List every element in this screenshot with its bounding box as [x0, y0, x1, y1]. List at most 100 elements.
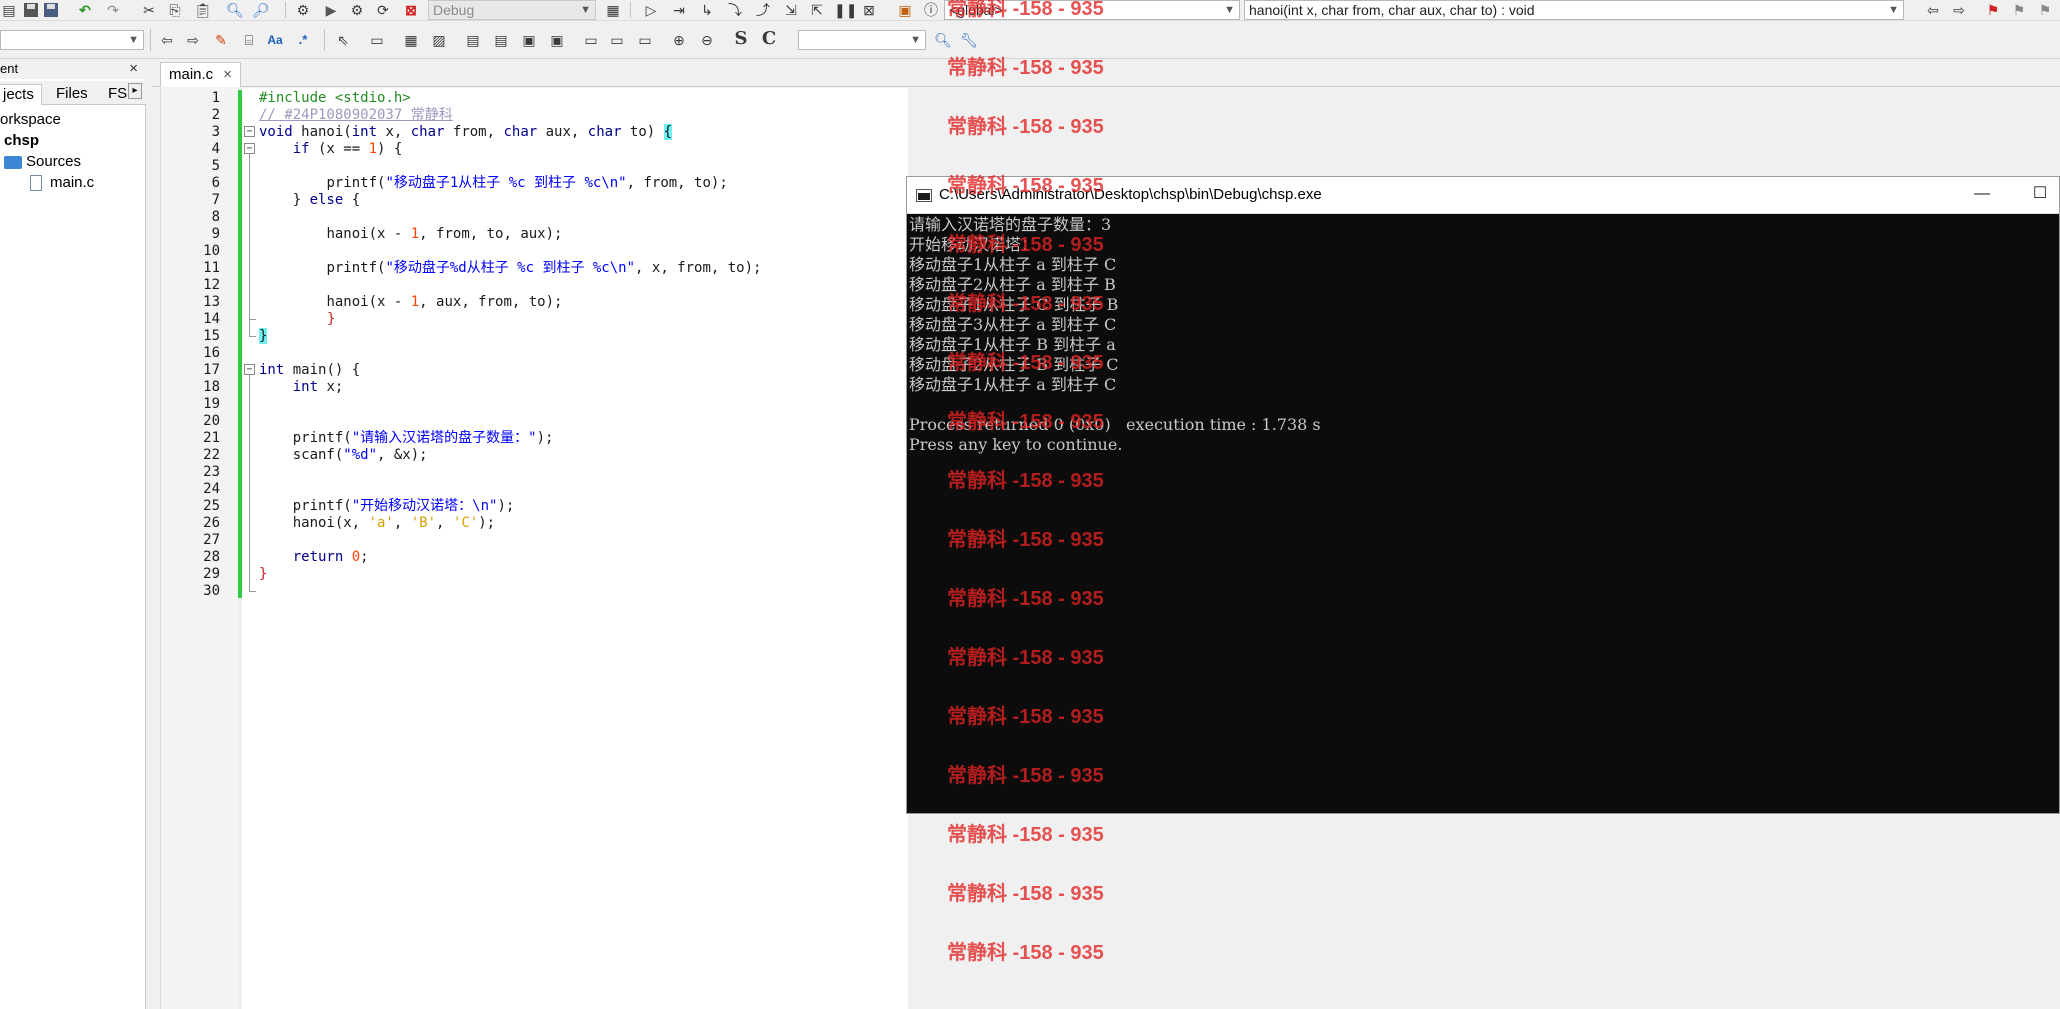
cut-icon[interactable]: ✂ — [140, 1, 158, 19]
code-line-9: hanoi(x - 1, from, to, aux); — [326, 226, 563, 242]
line-number: 6 — [211, 175, 220, 191]
fold-minus-icon[interactable]: − — [244, 126, 255, 137]
tab-scroll-right-icon[interactable]: ▸ — [128, 83, 142, 99]
selected-text-icon[interactable]: ⌸ — [240, 31, 258, 49]
match-case-icon[interactable]: Aa — [266, 31, 284, 49]
line-number: 30 — [203, 583, 220, 599]
step-out-icon[interactable]: ⤴ — [754, 1, 772, 19]
build-run-icon[interactable]: ⚙ — [348, 1, 366, 19]
watermark-text: 常静科 -158 - 935 — [947, 942, 1104, 964]
debug-start-icon[interactable]: ▷ — [642, 1, 660, 19]
block-3-icon[interactable]: ▣ — [520, 31, 538, 49]
management-tabs: jects Files FS ▸ — [0, 81, 146, 105]
shape-1-icon[interactable]: ▭ — [582, 31, 600, 49]
scope-value: <global> — [949, 2, 1003, 18]
prev-bookmark-icon[interactable]: ⚑ — [2010, 1, 2028, 19]
rebuild-icon[interactable]: ⟳ — [374, 1, 392, 19]
compiler-select[interactable]: ▼ — [0, 30, 144, 50]
line-number: 24 — [203, 481, 220, 497]
replace-icon[interactable]: 🔎︎ — [252, 1, 270, 19]
maximize-icon[interactable]: ☐ — [2027, 181, 2053, 207]
shape-3-icon[interactable]: ▭ — [636, 31, 654, 49]
pause-icon[interactable]: ❚❚ — [834, 1, 857, 19]
console-titlebar[interactable]: C:\Users\Administrator\Desktop\chsp\bin\… — [907, 177, 2059, 214]
table-icon[interactable]: ▦ — [402, 31, 420, 49]
code-line-17: int main() { — [259, 362, 361, 378]
info-icon[interactable]: ⓘ — [922, 1, 940, 19]
tab-main-c[interactable]: main.c × — [160, 62, 241, 87]
watermark-text: 常静科 -158 - 935 — [947, 116, 1104, 138]
minimize-icon[interactable]: — — [1969, 181, 1995, 207]
undo-icon[interactable]: ↶ — [76, 1, 94, 19]
fold-minus-icon[interactable]: − — [244, 364, 255, 375]
build-icon[interactable]: ⚙ — [294, 1, 312, 19]
zoom-in-icon[interactable]: ⊕ — [670, 31, 688, 49]
search-combo[interactable]: ▼ — [798, 30, 926, 50]
tab-files[interactable]: Files — [52, 84, 92, 105]
save-icon[interactable] — [22, 1, 40, 19]
rect-tool-icon[interactable]: ▭ — [368, 31, 386, 49]
select-cursor-icon[interactable]: ⇖ — [334, 31, 352, 49]
next-line-icon[interactable]: ↳ — [698, 1, 716, 19]
jump-forward-icon[interactable]: ⇨ — [1950, 1, 1968, 19]
open-icon[interactable]: ▤ — [0, 1, 18, 19]
block-4-icon[interactable]: ▣ — [548, 31, 566, 49]
redo-icon[interactable]: ↷ — [104, 1, 122, 19]
next-instruction-icon[interactable]: ⇲ — [782, 1, 800, 19]
tree-project[interactable]: chsp — [4, 131, 39, 151]
tree-sources[interactable]: Sources — [26, 152, 81, 172]
step-into-instruction-icon[interactable]: ⇱ — [808, 1, 826, 19]
jump-back-icon[interactable]: ⇦ — [158, 31, 176, 49]
folder-icon — [4, 156, 22, 169]
tab-projects[interactable]: jects — [0, 84, 42, 105]
step-into-icon[interactable]: ⤵ — [726, 1, 744, 19]
highlight-icon[interactable]: ✎ — [212, 31, 230, 49]
abort-icon[interactable]: ⊠ — [402, 1, 420, 19]
block-1-icon[interactable]: ▤ — [464, 31, 482, 49]
shape-2-icon[interactable]: ▭ — [608, 31, 626, 49]
function-select[interactable]: hanoi(int x, char from, char aux, char t… — [1244, 0, 1904, 20]
copy-icon[interactable]: ⎘ — [166, 1, 184, 19]
fold-minus-icon[interactable]: − — [244, 143, 255, 154]
code-line-11: printf("移动盘子%d从柱子 %c 到柱子 %c\n", x, from,… — [326, 260, 762, 276]
line-number: 5 — [211, 158, 220, 174]
console-line: Process returned 0 (0x0) execution time … — [909, 415, 1321, 434]
jump-back-icon[interactable]: ⇦ — [1924, 1, 1942, 19]
bookmark-flag-icon[interactable]: ⚑ — [1984, 1, 2002, 19]
build-target-select[interactable]: Debug ▼ — [428, 0, 596, 20]
jump-forward-icon[interactable]: ⇨ — [184, 31, 202, 49]
regex-icon[interactable]: .* — [294, 31, 312, 49]
close-icon[interactable]: × — [129, 59, 138, 79]
close-icon[interactable]: × — [223, 66, 232, 83]
console-line: 移动盘子2从柱子 B 到柱子 C — [909, 355, 1119, 374]
code-line-3: void hanoi(int x, char from, char aux, c… — [259, 124, 673, 140]
fold-end — [249, 336, 256, 337]
search-options-icon[interactable]: 🔧︎ — [960, 31, 978, 49]
line-number: 13 — [203, 294, 220, 310]
zoom-out-icon[interactable]: ⊖ — [698, 31, 716, 49]
scope-select[interactable]: <global> ▼ — [944, 0, 1240, 20]
run-to-cursor-icon[interactable]: ⇥ — [670, 1, 688, 19]
code-line-21: printf("请输入汉诺塔的盘子数量："); — [292, 430, 554, 446]
console-app-icon — [916, 189, 932, 202]
s-tool-icon[interactable]: S — [732, 30, 750, 48]
paste-icon[interactable]: 📋︎ — [194, 1, 212, 19]
c-tool-icon[interactable]: C — [760, 30, 778, 48]
save-all-icon[interactable] — [42, 1, 60, 19]
tree-workspace[interactable]: orkspace — [0, 110, 61, 130]
next-bookmark-icon[interactable]: ⚑ — [2036, 1, 2054, 19]
console-window[interactable]: C:\Users\Administrator\Desktop\chsp\bin\… — [906, 176, 2060, 814]
chevron-down-icon: ▼ — [1888, 4, 1899, 16]
stop-debug-icon[interactable]: ⊠ — [860, 1, 878, 19]
block-2-icon[interactable]: ▤ — [492, 31, 510, 49]
search-icon[interactable]: 🔍︎ — [934, 31, 952, 49]
tree-file-main[interactable]: main.c — [50, 173, 94, 193]
debug-windows-icon[interactable]: ▣ — [896, 1, 914, 19]
build-options-icon[interactable]: ▦ — [604, 1, 622, 19]
fold-guide — [249, 375, 250, 591]
grid-icon[interactable]: ▨ — [430, 31, 448, 49]
find-icon[interactable]: 🔍︎ — [226, 1, 244, 19]
console-title: C:\Users\Administrator\Desktop\chsp\bin\… — [939, 186, 1322, 203]
run-icon[interactable]: ▶ — [322, 1, 340, 19]
tab-label: main.c — [169, 66, 214, 83]
